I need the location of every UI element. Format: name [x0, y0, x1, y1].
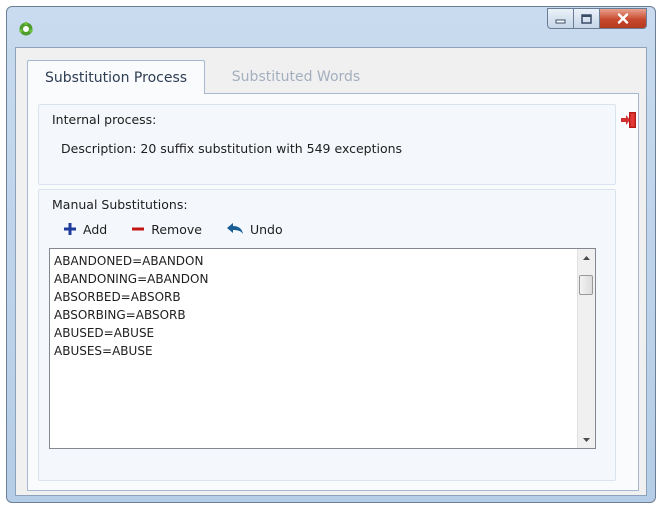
plus-icon [64, 223, 76, 235]
add-button[interactable]: Add [63, 222, 107, 237]
scroll-thumb[interactable] [579, 275, 593, 295]
list-item[interactable]: ABSORBED=ABSORB [54, 288, 208, 306]
manual-substitutions-label: Manual Substitutions: [52, 197, 188, 212]
arrow-up-icon [583, 255, 590, 260]
tab-substitution-process[interactable]: Substitution Process [27, 60, 205, 94]
list-entries: ABANDONED=ABANDON ABANDONING=ABANDON ABS… [54, 252, 208, 360]
app-icon [19, 21, 33, 36]
maximize-icon [581, 13, 592, 24]
tab-substituted-words[interactable]: Substituted Words [216, 60, 376, 94]
remove-button[interactable]: Remove [131, 222, 202, 237]
tab-panel: Internal process: Description: 20 suffix… [27, 93, 639, 491]
tab-label: Substituted Words [231, 69, 361, 85]
minimize-button[interactable] [547, 8, 574, 29]
vertical-scrollbar[interactable] [577, 249, 595, 448]
process-description: Description: 20 suffix substitution with… [61, 141, 403, 156]
close-icon [617, 13, 629, 24]
internal-process-label: Internal process: [52, 112, 157, 127]
remove-label: Remove [151, 221, 202, 237]
scroll-up-button[interactable] [578, 249, 595, 266]
tab-label: Substitution Process [44, 69, 188, 86]
toolbar: Add Remove Undo [63, 218, 307, 240]
client-area: Substitution Process Substituted Words I… [15, 47, 647, 496]
manual-substitutions-group: Manual Substitutions: Add Remove Undo AB… [38, 189, 616, 481]
minimize-icon [555, 19, 566, 23]
window-controls [547, 8, 647, 30]
close-button[interactable] [600, 8, 647, 29]
substitutions-list[interactable]: ABANDONED=ABANDON ABANDONING=ABANDON ABS… [49, 248, 596, 449]
undo-button[interactable]: Undo [226, 222, 283, 237]
title-bar[interactable] [7, 7, 655, 47]
list-item[interactable]: ABSORBING=ABSORB [54, 306, 208, 324]
minus-icon [132, 227, 145, 231]
undo-icon [226, 223, 243, 234]
scroll-down-button[interactable] [578, 431, 595, 448]
list-item[interactable]: ABUSES=ABUSE [54, 342, 208, 360]
exit-icon[interactable] [620, 111, 638, 129]
list-item[interactable]: ABANDONED=ABANDON [54, 252, 208, 270]
internal-process-group: Internal process: Description: 20 suffix… [38, 104, 616, 185]
maximize-button[interactable] [574, 8, 600, 29]
undo-label: Undo [249, 221, 283, 237]
list-item[interactable]: ABUSED=ABUSE [54, 324, 208, 342]
application-window: Substitution Process Substituted Words I… [6, 6, 656, 503]
add-label: Add [83, 221, 108, 237]
arrow-down-icon [583, 437, 590, 442]
list-item[interactable]: ABANDONING=ABANDON [54, 270, 208, 288]
